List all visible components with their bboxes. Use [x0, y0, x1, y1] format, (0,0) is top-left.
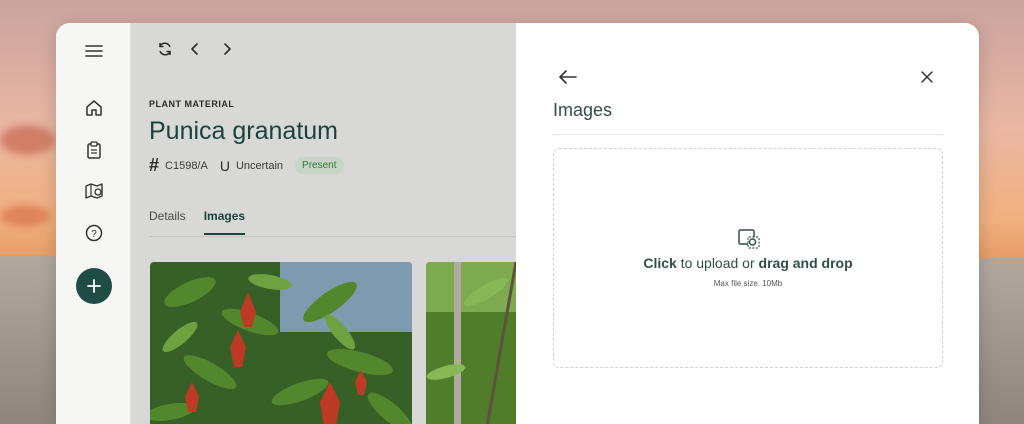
provenance-icon: U: [219, 157, 230, 174]
background-cloud: [0, 125, 55, 155]
record-meta: # C1598/A U Uncertain Present: [149, 155, 344, 176]
panel-title: Images: [553, 100, 613, 120]
panel-divider: [553, 134, 943, 135]
record-eyebrow: PLANT MATERIAL: [149, 99, 235, 109]
upload-image-icon: [737, 227, 761, 251]
page-title: Punica granatum: [149, 117, 339, 145]
sidebar: ?: [56, 23, 131, 424]
dropzone-click-text[interactable]: Click: [643, 255, 676, 271]
map-pin-icon[interactable]: [83, 180, 105, 202]
plus-icon: [87, 279, 101, 293]
plant-photo[interactable]: [150, 262, 412, 424]
dropzone-drag-text: drag and drop: [758, 255, 853, 271]
help-icon[interactable]: ?: [83, 222, 105, 244]
accession-id: C1598/A: [165, 159, 208, 172]
chevron-left-icon[interactable]: [185, 39, 205, 59]
file-dropzone[interactable]: Click to upload or drag and drop Max fil…: [553, 148, 943, 368]
tab-bar: Details Images: [149, 209, 246, 235]
images-panel: Images Click to upload or drag and drop …: [516, 23, 979, 424]
close-icon[interactable]: [916, 66, 938, 88]
background-cloud: [0, 205, 50, 227]
tab-images[interactable]: Images: [203, 209, 246, 235]
chevron-right-icon[interactable]: [217, 39, 237, 59]
dropzone-instruction: Click to upload or drag and drop: [554, 255, 942, 271]
home-icon[interactable]: [83, 97, 105, 119]
app-window: ? PLANT MATERIAL Punica granatum # C1598…: [56, 23, 979, 424]
refresh-icon[interactable]: [155, 39, 175, 59]
tab-details[interactable]: Details: [149, 209, 186, 235]
max-file-size-hint: Max file size. 10Mb: [713, 279, 783, 288]
clipboard-icon[interactable]: [83, 139, 105, 161]
dropzone-middle-text: to upload or: [676, 255, 759, 271]
menu-icon[interactable]: [83, 40, 105, 62]
status-badge: Present: [295, 157, 344, 174]
svg-text:?: ?: [91, 229, 97, 240]
add-button[interactable]: [76, 268, 112, 304]
back-arrow-icon[interactable]: [557, 66, 579, 88]
hash-icon: #: [149, 155, 160, 175]
provenance-label: Uncertain: [235, 159, 284, 172]
